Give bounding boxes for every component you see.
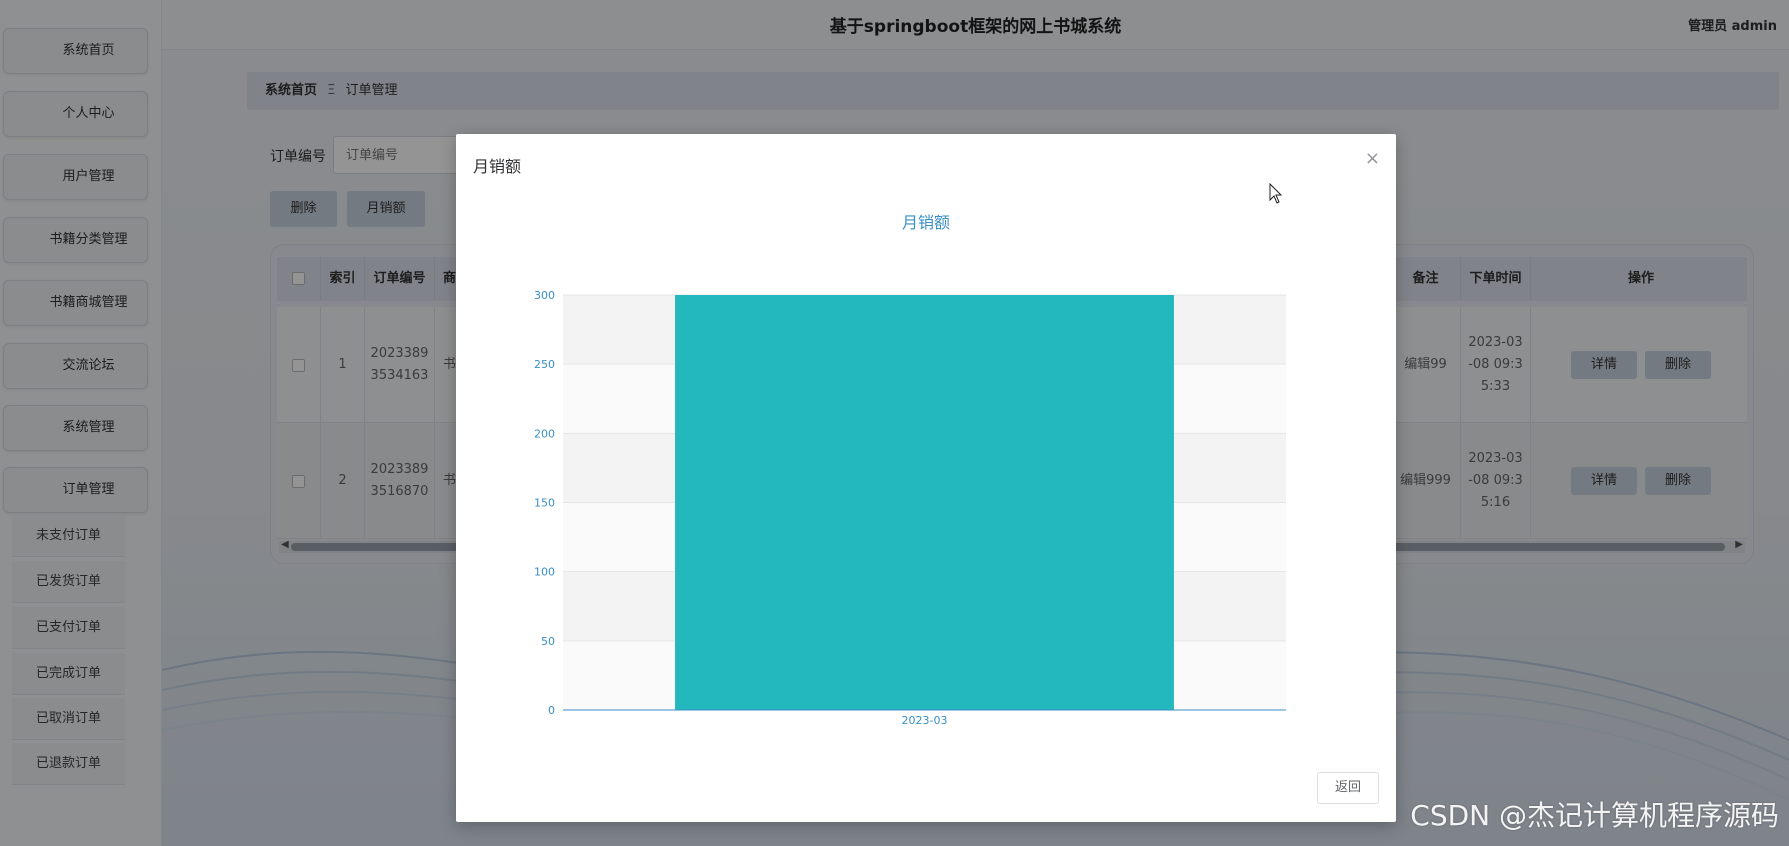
bar — [675, 295, 1174, 710]
y-tick-label: 200 — [534, 427, 555, 440]
back-button[interactable]: 返回 — [1317, 772, 1379, 804]
watermark: CSDN @杰记计算机程序源码 — [1410, 799, 1779, 832]
monthly-sales-dialog: 月销额 × 月销额 0 50 100 150 200 250 300 2023-03 返回 — [456, 134, 1396, 822]
y-tick-label: 150 — [534, 497, 555, 510]
bar-chart: 0 50 100 150 200 250 300 2023-03 — [534, 289, 1286, 727]
x-tick-label: 2023-03 — [902, 714, 948, 727]
y-tick-label: 250 — [534, 358, 555, 371]
mouse-cursor-icon — [1269, 183, 1283, 204]
y-tick-label: 50 — [541, 635, 555, 648]
y-tick-label: 300 — [534, 289, 555, 302]
chart-title: 月销额 — [901, 213, 950, 232]
dialog-title: 月销额 — [473, 157, 522, 176]
close-icon[interactable]: × — [1365, 148, 1380, 169]
y-tick-label: 100 — [534, 566, 555, 579]
y-tick-label: 0 — [548, 704, 555, 717]
